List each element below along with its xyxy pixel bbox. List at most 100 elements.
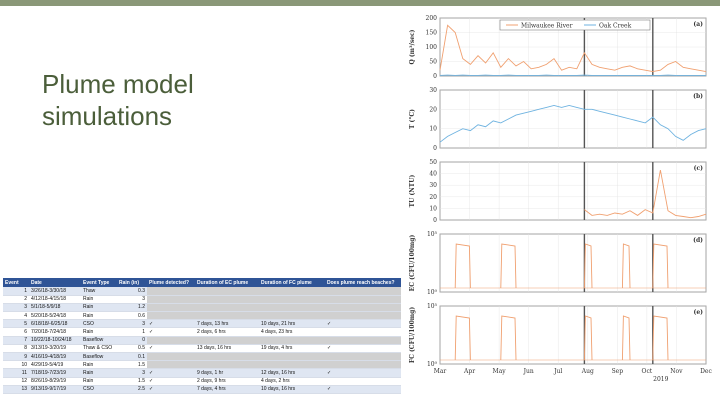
y-tick-label: 0 (433, 145, 437, 152)
table-cell-event: 7 (3, 336, 29, 345)
table-row: 3 5/1/18-5/9/18 Rain 1.2 (3, 303, 401, 313)
table-cell-beach: ✓ (325, 344, 401, 354)
x-year-label: 2019 (653, 376, 668, 383)
y-axis-label: T (°C) (409, 109, 416, 129)
table-cell-event: 1 (3, 287, 29, 296)
table-cell-detected (147, 287, 195, 296)
table-cell-beach: ✓ (325, 319, 401, 329)
table-cell-fc: 19 days, 4 hrs (259, 344, 325, 354)
plot-frame (439, 233, 707, 293)
table-cell-event: 11 (3, 368, 29, 378)
table-cell-date: 4/12/18-4/15/18 (29, 295, 81, 304)
table-cell-date: 4/16/19-4/18/19 (29, 352, 81, 362)
x-tick-label: May (493, 368, 507, 375)
legend-entry: Milwaukee River (521, 23, 573, 30)
table-cell-detected: ✓ (147, 319, 195, 329)
y-tick-label: 10⁰ (427, 361, 438, 368)
table-row: 5 6/18/18/-6/25/18 CSO 3 ✓ 7 days, 13 hrs 10 d… (3, 319, 401, 329)
y-tick-label: 20 (429, 106, 437, 113)
table-cell-ec: 7 days, 4 hrs (195, 385, 259, 394)
table-cell-date: 3/26/18-3/30/18 (29, 287, 81, 296)
table-cell-ec: 13 days, 16 hrs (195, 344, 259, 354)
table-row: 6 7/20/18-7/24/18 Rain 1 ✓ 2 days, 6 hrs 4 day… (3, 327, 401, 337)
table-cell-detected: ✓ (147, 368, 195, 378)
table-cell-fc: 12 days, 16 hrs (259, 368, 325, 378)
table-cell-event: 6 (3, 327, 29, 337)
table-cell-fc (259, 303, 325, 313)
y-tick-label: 10⁵ (427, 231, 438, 238)
column-header: Does plume reach beaches? (325, 278, 401, 287)
table-cell-fc (259, 352, 325, 362)
table-cell-date: 7/20/18-7/24/18 (29, 327, 81, 337)
table-row: 1 3/26/18-3/30/18 Thaw 0.3 (3, 287, 401, 296)
table-cell-type: Rain (81, 303, 117, 313)
table-cell-type: Thaw (81, 287, 117, 296)
table-cell-type: Rain (81, 327, 117, 337)
table-cell-detected (147, 360, 195, 370)
table-cell-event: 10 (3, 360, 29, 370)
y-tick-label: 0 (433, 73, 437, 80)
table-cell-detected: ✓ (147, 377, 195, 386)
table-row: 4 5/20/18-5/24/18 Rain 0.6 (3, 311, 401, 321)
table-cell-rain: 1.2 (117, 303, 147, 313)
y-axis-label: TU (NTU) (409, 175, 416, 208)
table-cell-beach (325, 336, 401, 345)
x-tick-label: Mar (434, 368, 447, 375)
table-cell-type: Rain (81, 295, 117, 304)
time-series-figure: 0 50 100 150 200 Q (m³/sec) (a) Milwaukee River… (404, 10, 714, 394)
table-cell-event: 5 (3, 319, 29, 329)
table-cell-fc (259, 295, 325, 304)
table-cell-rain: 3 (117, 368, 147, 378)
table-cell-beach (325, 377, 401, 386)
table-cell-event: 9 (3, 352, 29, 362)
table-cell-fc (259, 287, 325, 296)
table-row: 13 9/13/19-9/17/19 CSO 2.5 ✓ 7 days, 4 hrs 10 … (3, 385, 401, 394)
table-cell-beach: ✓ (325, 385, 401, 394)
x-tick-label: Oct (642, 368, 653, 375)
table-cell-type: Rain (81, 311, 117, 321)
table-cell-fc: 10 days, 21 hrs (259, 319, 325, 329)
table-cell-type: Rain (81, 377, 117, 386)
table-row: 10 4/29/19-5/4/19 Rain 1.5 (3, 360, 401, 370)
table-cell-ec: 7 days, 13 hrs (195, 319, 259, 329)
table-cell-detected (147, 311, 195, 321)
table-cell-beach: ✓ (325, 368, 401, 378)
table-row: 7 10/22/18-10/24/18 Baseflow 0 (3, 336, 401, 345)
x-tick-label: Apr (463, 368, 475, 375)
table-cell-beach (325, 287, 401, 296)
y-tick-label: 10 (429, 205, 437, 212)
table-cell-beach (325, 352, 401, 362)
table-header-row: Event Date Event Type Rain (in) Plume detect… (3, 278, 401, 287)
y-tick-label: 20 (429, 194, 437, 201)
panel-label: (c) (694, 165, 703, 172)
column-header: Event Type (81, 278, 117, 287)
panel-label: (e) (694, 309, 704, 316)
table-cell-ec (195, 336, 259, 345)
table-cell-rain: 1.5 (117, 377, 147, 386)
table-cell-detected (147, 336, 195, 345)
y-tick-label: 30 (429, 87, 437, 94)
y-tick-label: 50 (429, 159, 437, 166)
plot-frame (439, 89, 707, 149)
table-cell-date: 5/20/18-5/24/18 (29, 311, 81, 321)
table-cell-rain: 0 (117, 336, 147, 345)
slide-title-line-1: Plume model (42, 69, 194, 99)
table-cell-beach (325, 303, 401, 313)
table-cell-ec (195, 295, 259, 304)
y-tick-label: 10 (429, 126, 437, 133)
table-cell-date: 4/29/19-5/4/19 (29, 360, 81, 370)
table-cell-ec: 2 days, 9 hrs (195, 377, 259, 386)
table-cell-detected: ✓ (147, 327, 195, 337)
events-table: Event Date Event Type Rain (in) Plume detect… (3, 278, 401, 394)
table-cell-ec (195, 360, 259, 370)
table-cell-type: Baseflow (81, 336, 117, 345)
table-cell-beach (325, 295, 401, 304)
table-cell-date: 3/13/19-3/20/19 (29, 344, 81, 354)
y-tick-label: 200 (426, 15, 438, 22)
table-cell-ec: 2 days, 6 hrs (195, 327, 259, 337)
y-axis-label: FC (CFU/100mg) (409, 307, 416, 363)
table-cell-rain: 0.6 (117, 311, 147, 321)
table-cell-fc (259, 360, 325, 370)
table-cell-type: Baseflow (81, 352, 117, 362)
table-cell-type: CSO (81, 385, 117, 394)
